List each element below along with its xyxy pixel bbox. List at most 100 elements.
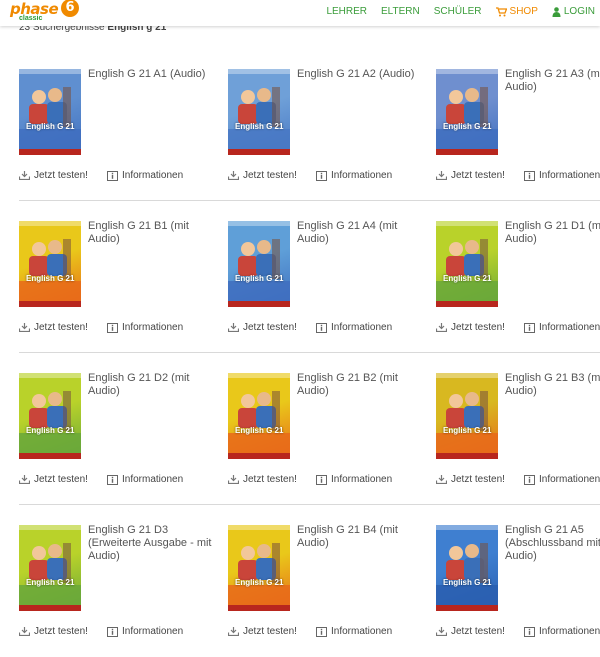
info-icon bbox=[524, 170, 535, 181]
try-now-label: Jetzt testen! bbox=[243, 474, 297, 485]
book-actions: Jetzt testen! Informationen bbox=[228, 474, 392, 485]
book-title[interactable]: English G 21 A5 (Abschlussband mit Audio… bbox=[505, 524, 600, 563]
book-title[interactable]: English G 21 B4 (mit Audio) bbox=[297, 524, 425, 550]
cover-illustration bbox=[436, 221, 498, 307]
results-row: English G 21 English G 21 D2 (mit Audio)… bbox=[0, 352, 600, 504]
information-label: Informationen bbox=[331, 474, 393, 485]
results-row: English G 21 English G 21 B1 (mit Audio)… bbox=[0, 200, 600, 352]
book-title[interactable]: English G 21 D3 (Erweiterte Ausgabe - mi… bbox=[88, 524, 216, 563]
book-title[interactable]: English G 21 D2 (mit Audio) bbox=[88, 372, 216, 398]
try-now-label: Jetzt testen! bbox=[34, 170, 88, 181]
download-icon bbox=[436, 171, 447, 180]
try-now-button[interactable]: Jetzt testen! bbox=[436, 322, 524, 333]
try-now-button[interactable]: Jetzt testen! bbox=[19, 170, 107, 181]
try-now-button[interactable]: Jetzt testen! bbox=[436, 474, 524, 485]
cover-title: English G 21 bbox=[443, 122, 492, 131]
nav-shop[interactable]: SHOP bbox=[495, 6, 538, 17]
book-actions: Jetzt testen! Informationen bbox=[436, 322, 600, 333]
try-now-button[interactable]: Jetzt testen! bbox=[228, 322, 316, 333]
book-cover[interactable]: English G 21 bbox=[436, 221, 498, 307]
info-icon bbox=[524, 474, 535, 485]
information-button[interactable]: Informationen bbox=[107, 626, 183, 637]
information-button[interactable]: Informationen bbox=[316, 626, 392, 637]
download-icon bbox=[228, 627, 239, 636]
person-icon bbox=[552, 6, 561, 17]
book-cover[interactable]: English G 21 bbox=[19, 69, 81, 155]
information-button[interactable]: Informationen bbox=[524, 626, 600, 637]
information-button[interactable]: Informationen bbox=[107, 170, 183, 181]
information-button[interactable]: Informationen bbox=[524, 170, 600, 181]
information-label: Informationen bbox=[122, 322, 184, 333]
book-cover[interactable]: English G 21 bbox=[19, 221, 81, 307]
download-icon bbox=[436, 323, 447, 332]
information-button[interactable]: Informationen bbox=[316, 322, 392, 333]
try-now-button[interactable]: Jetzt testen! bbox=[228, 626, 316, 637]
book-title[interactable]: English G 21 A2 (Audio) bbox=[297, 68, 425, 81]
information-label: Informationen bbox=[539, 170, 600, 181]
cover-illustration bbox=[228, 69, 290, 155]
book-title[interactable]: English G 21 B3 (mit Audio) bbox=[505, 372, 600, 398]
book-cover[interactable]: English G 21 bbox=[436, 373, 498, 459]
information-button[interactable]: Informationen bbox=[316, 170, 392, 181]
book-title[interactable]: English G 21 B2 (mit Audio) bbox=[297, 372, 425, 398]
book-cover[interactable]: English G 21 bbox=[436, 69, 498, 155]
cover-illustration bbox=[436, 525, 498, 611]
information-button[interactable]: Informationen bbox=[524, 322, 600, 333]
book-title[interactable]: English G 21 D1 (mit Audio) bbox=[505, 220, 600, 246]
nav-schueler-label: SCHÜLER bbox=[433, 6, 482, 17]
try-now-button[interactable]: Jetzt testen! bbox=[436, 626, 524, 637]
information-label: Informationen bbox=[539, 626, 600, 637]
information-button[interactable]: Informationen bbox=[524, 474, 600, 485]
try-now-button[interactable]: Jetzt testen! bbox=[228, 170, 316, 181]
book-actions: Jetzt testen! Informationen bbox=[19, 626, 183, 637]
book-cover[interactable]: English G 21 bbox=[19, 373, 81, 459]
download-icon bbox=[228, 475, 239, 484]
nav-eltern[interactable]: ELTERN bbox=[381, 6, 420, 17]
download-icon bbox=[19, 475, 30, 484]
cover-title: English G 21 bbox=[26, 426, 75, 435]
cover-title: English G 21 bbox=[26, 274, 75, 283]
cover-title: English G 21 bbox=[443, 426, 492, 435]
book-title[interactable]: English G 21 A4 (mit Audio) bbox=[297, 220, 425, 246]
book-card: English G 21 English G 21 D1 (mit Audio)… bbox=[436, 200, 600, 340]
book-cover[interactable]: English G 21 bbox=[228, 373, 290, 459]
try-now-label: Jetzt testen! bbox=[34, 474, 88, 485]
logo-subtitle: classic bbox=[19, 15, 43, 22]
book-title[interactable]: English G 21 A1 (Audio) bbox=[88, 68, 216, 81]
book-cover[interactable]: English G 21 bbox=[436, 525, 498, 611]
info-icon bbox=[316, 170, 327, 181]
information-button[interactable]: Informationen bbox=[107, 474, 183, 485]
try-now-label: Jetzt testen! bbox=[451, 322, 505, 333]
information-button[interactable]: Informationen bbox=[316, 474, 392, 485]
book-card: English G 21 English G 21 A2 (Audio) Jet… bbox=[228, 48, 433, 188]
cart-icon bbox=[495, 6, 507, 16]
nav-login[interactable]: LOGIN bbox=[552, 6, 595, 17]
nav-eltern-label: ELTERN bbox=[381, 6, 420, 17]
nav-schueler[interactable]: SCHÜLER bbox=[434, 6, 482, 17]
book-card: English G 21 English G 21 D3 (Erweiterte… bbox=[19, 504, 224, 644]
download-icon bbox=[436, 627, 447, 636]
results-row: English G 21 English G 21 D3 (Erweiterte… bbox=[0, 504, 600, 656]
information-button[interactable]: Informationen bbox=[107, 322, 183, 333]
info-icon bbox=[107, 626, 118, 637]
book-cover[interactable]: English G 21 bbox=[228, 221, 290, 307]
book-cover[interactable]: English G 21 bbox=[19, 525, 81, 611]
try-now-button[interactable]: Jetzt testen! bbox=[19, 474, 107, 485]
try-now-button[interactable]: Jetzt testen! bbox=[436, 170, 524, 181]
nav-login-label: LOGIN bbox=[563, 6, 595, 17]
information-label: Informationen bbox=[331, 626, 393, 637]
info-icon bbox=[524, 626, 535, 637]
try-now-label: Jetzt testen! bbox=[451, 626, 505, 637]
try-now-label: Jetzt testen! bbox=[451, 474, 505, 485]
nav-lehrer[interactable]: LEHRER bbox=[326, 6, 367, 17]
try-now-button[interactable]: Jetzt testen! bbox=[228, 474, 316, 485]
book-cover[interactable]: English G 21 bbox=[228, 69, 290, 155]
book-title[interactable]: English G 21 B1 (mit Audio) bbox=[88, 220, 216, 246]
try-now-button[interactable]: Jetzt testen! bbox=[19, 322, 107, 333]
cover-title: English G 21 bbox=[443, 274, 492, 283]
book-title[interactable]: English G 21 A3 (mit Audio) bbox=[505, 68, 600, 94]
info-icon bbox=[316, 626, 327, 637]
try-now-button[interactable]: Jetzt testen! bbox=[19, 626, 107, 637]
book-cover[interactable]: English G 21 bbox=[228, 525, 290, 611]
main-nav: LEHRER ELTERN SCHÜLER SHOP LOGIN bbox=[312, 6, 595, 17]
